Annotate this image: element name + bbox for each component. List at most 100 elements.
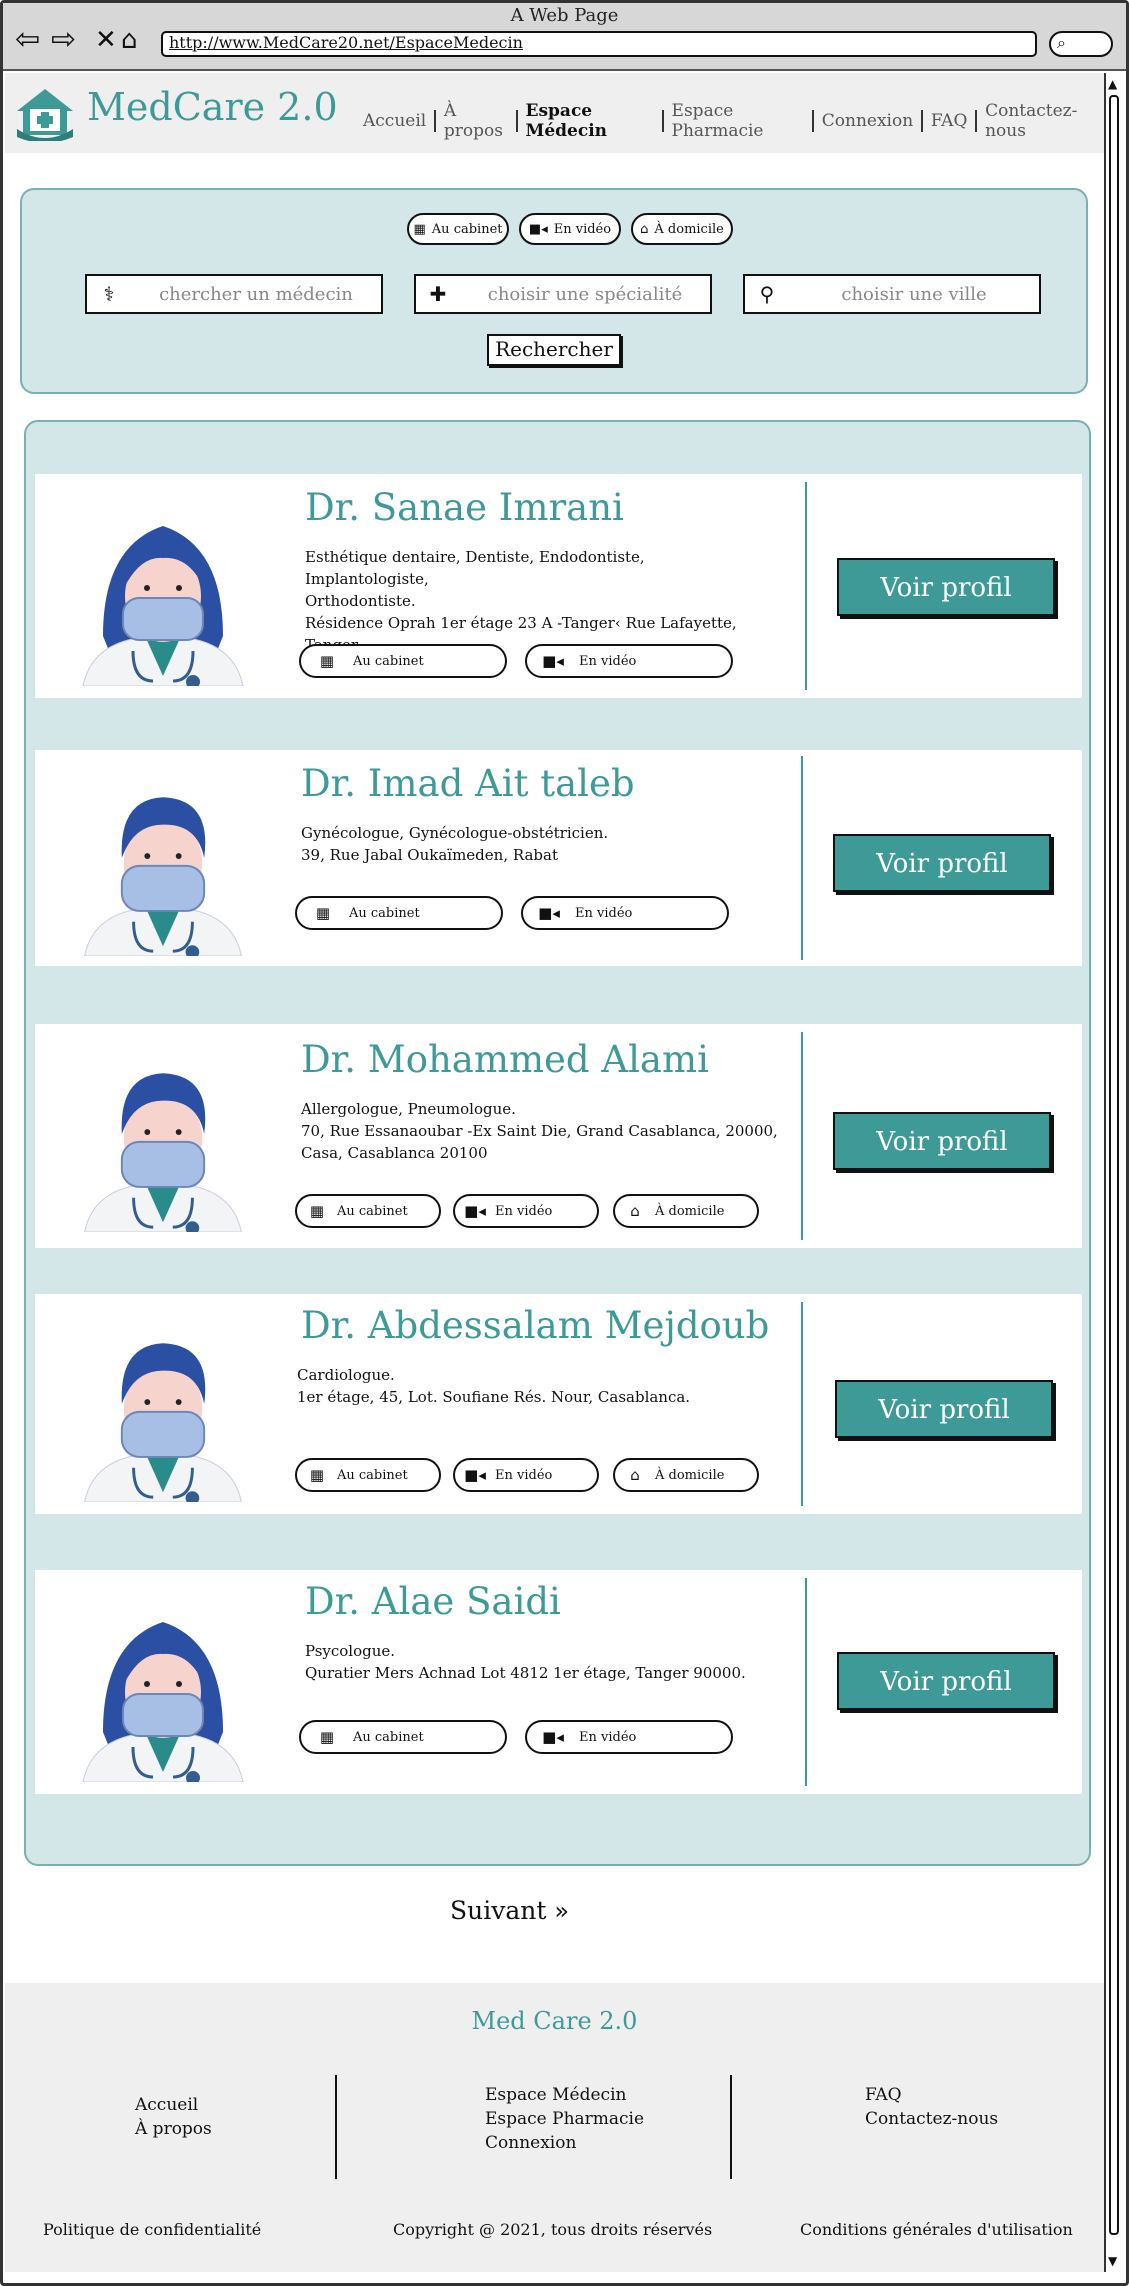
house-icon: ⌂ [630,1202,640,1220]
city-select[interactable]: ⚲ choisir une ville [743,274,1041,314]
doctor-specialties: Cardiologue. [297,1366,395,1384]
browser-titlebar: A Web Page ⇦ ⇨ ✕ ⌂ http://www.MedCare20.… [3,3,1126,71]
nav-a-propos[interactable]: À propos [436,101,516,141]
mode-label: À domicile [655,1467,725,1483]
mode-en-video[interactable]: ■◂ En vidéo [525,644,733,678]
mode-au-cabinet[interactable]: ▦ Au cabinet [295,896,503,930]
voir-profil-button[interactable]: Voir profil [837,558,1055,616]
nav-espace-pharmacie[interactable]: Espace Pharmacie [664,101,813,141]
vertical-scrollbar[interactable]: ▲ ▼ [1104,73,1122,2272]
doctor-details: Cardiologue. 1er étage, 45, Lot. Soufian… [297,1364,757,1408]
doctor-name[interactable]: Dr. Sanae Imrani [305,486,624,529]
mode-label: Au cabinet [353,653,424,669]
doctor-address: 70, Rue Essanaoubar -Ex Saint Die, Grand… [301,1122,778,1140]
footer-col-3: FAQ Contactez-nous [865,2083,998,2131]
doctor-details: Allergologue, Pneumologue. 70, Rue Essan… [301,1098,781,1164]
mode-au-cabinet[interactable]: ▦ Au cabinet [299,644,507,678]
footer-link-faq[interactable]: FAQ [865,2083,998,2107]
doctor-name[interactable]: Dr. Alae Saidi [305,1580,561,1623]
specialty-placeholder: choisir une spécialité [487,283,683,305]
mode-label: En vidéo [575,905,633,921]
nav-contactez-nous[interactable]: Contactez-nous [977,101,1104,141]
terms-link[interactable]: Conditions générales d'utilisation [800,2220,1073,2239]
next-label: Suivant [450,1896,547,1925]
doctor-search-input[interactable]: ⚕ chercher un médecin [85,274,383,314]
arrow-left-icon[interactable]: ⇦ [15,25,40,55]
logo-text[interactable]: MedCare 2.0 [87,85,338,129]
house-icon: ⌂ [630,1466,640,1484]
doctor-avatar [81,1620,245,1782]
next-page-link[interactable]: Suivant» [450,1896,569,1925]
footer-link-a-propos[interactable]: À propos [135,2117,212,2141]
mode-en-video[interactable]: ■◂ En vidéo [525,1720,733,1754]
doctor-details: Psycologue. Quratier Mers Achnad Lot 481… [305,1640,765,1684]
footer-link-espace-pharmacie[interactable]: Espace Pharmacie [485,2107,644,2131]
building-icon: ▦ [413,221,426,237]
footer-link-accueil[interactable]: Accueil [135,2093,212,2117]
nav-connexion[interactable]: Connexion [814,111,921,131]
home-icon[interactable]: ⌂ [121,25,138,55]
doctor-avatar [81,524,245,686]
doctor-avatar [83,795,243,956]
mode-label: À domicile [655,1203,725,1219]
doctor-specialties: Allergologue, Pneumologue. [301,1100,516,1118]
logo-icon[interactable] [13,85,77,141]
card-divider [801,756,803,960]
nav-faq[interactable]: FAQ [923,111,976,131]
mode-en-video[interactable]: ■◂ En vidéo [453,1194,599,1228]
voir-profil-button[interactable]: Voir profil [835,1380,1053,1438]
close-icon[interactable]: ✕ [95,25,117,55]
doctor-name[interactable]: Dr. Abdessalam Mejdoub [301,1304,769,1347]
mode-label: En vidéo [495,1467,553,1483]
mode-a-domicile[interactable]: ⌂ À domicile [613,1458,759,1492]
privacy-link[interactable]: Politique de confidentialité [43,2220,261,2239]
nav-espace-medecin[interactable]: Espace Médecin [518,101,662,141]
doctor-address: 39, Rue Jabal Oukaïmeden, Rabat [301,846,559,864]
doctor-address: Quratier Mers Achnad Lot 4812 1er étage,… [305,1664,746,1682]
scrollbar-thumb[interactable] [1109,95,1119,2235]
mode-au-cabinet[interactable]: ▦ Au cabinet [295,1194,441,1228]
specialty-select[interactable]: ✚ choisir une spécialité [414,274,712,314]
doctor-name[interactable]: Dr. Mohammed Alami [301,1038,709,1081]
footer-col-1: Accueil À propos [135,2093,212,2141]
doctor-avatar [83,1341,243,1502]
city-placeholder: choisir une ville [841,283,987,305]
mode-a-domicile[interactable]: ⌂ À domicile [613,1194,759,1228]
footer-link-contactez-nous[interactable]: Contactez-nous [865,2107,998,2131]
scroll-down-icon[interactable]: ▼ [1108,2254,1117,2268]
filter-a-domicile[interactable]: ⌂ À domicile [631,213,733,245]
voir-profil-button[interactable]: Voir profil [833,834,1051,892]
map-pin-icon: ⚲ [759,282,775,306]
video-camera-icon: ■◂ [542,652,564,670]
footer-separator [335,2075,337,2179]
card-divider [805,1578,807,1786]
filter-en-video[interactable]: ■◂ En vidéo [519,213,621,245]
mode-au-cabinet[interactable]: ▦ Au cabinet [299,1720,507,1754]
footer-link-connexion[interactable]: Connexion [485,2131,644,2155]
voir-profil-button[interactable]: Voir profil [833,1112,1051,1170]
building-icon: ▦ [319,652,335,670]
search-button[interactable]: Rechercher [487,334,621,366]
voir-profil-button[interactable]: Voir profil [837,1652,1055,1710]
doctor-card: Dr. Abdessalam Mejdoub Cardiologue. 1er … [35,1294,1082,1514]
mode-label: Au cabinet [337,1203,408,1219]
footer-title: Med Care 2.0 [471,2007,638,2035]
mode-label: En vidéo [579,1729,637,1745]
mode-au-cabinet[interactable]: ▦ Au cabinet [295,1458,441,1492]
doctor-name[interactable]: Dr. Imad Ait taleb [301,762,635,805]
mode-en-video[interactable]: ■◂ En vidéo [521,896,729,930]
filter-au-cabinet[interactable]: ▦ Au cabinet [407,213,509,245]
browser-search-box[interactable]: ⌕ [1049,31,1113,57]
building-icon: ▦ [315,904,331,922]
site-footer: Med Care 2.0 Accueil À propos Espace Méd… [5,1983,1104,2272]
arrow-right-icon[interactable]: ⇨ [51,25,76,55]
scroll-up-icon[interactable]: ▲ [1108,77,1117,91]
footer-link-espace-medecin[interactable]: Espace Médecin [485,2083,644,2107]
doctor-card: Dr. Mohammed Alami Allergologue, Pneumol… [35,1024,1082,1248]
mode-en-video[interactable]: ■◂ En vidéo [453,1458,599,1492]
building-icon: ▦ [319,1728,335,1746]
nav-accueil[interactable]: Accueil [355,111,434,131]
card-divider [801,1302,803,1506]
doctor-address: 1er étage, 45, Lot. Soufiane Rés. Nour, … [297,1388,691,1406]
address-bar[interactable]: http://www.MedCare20.net/EspaceMedecin [161,31,1037,57]
